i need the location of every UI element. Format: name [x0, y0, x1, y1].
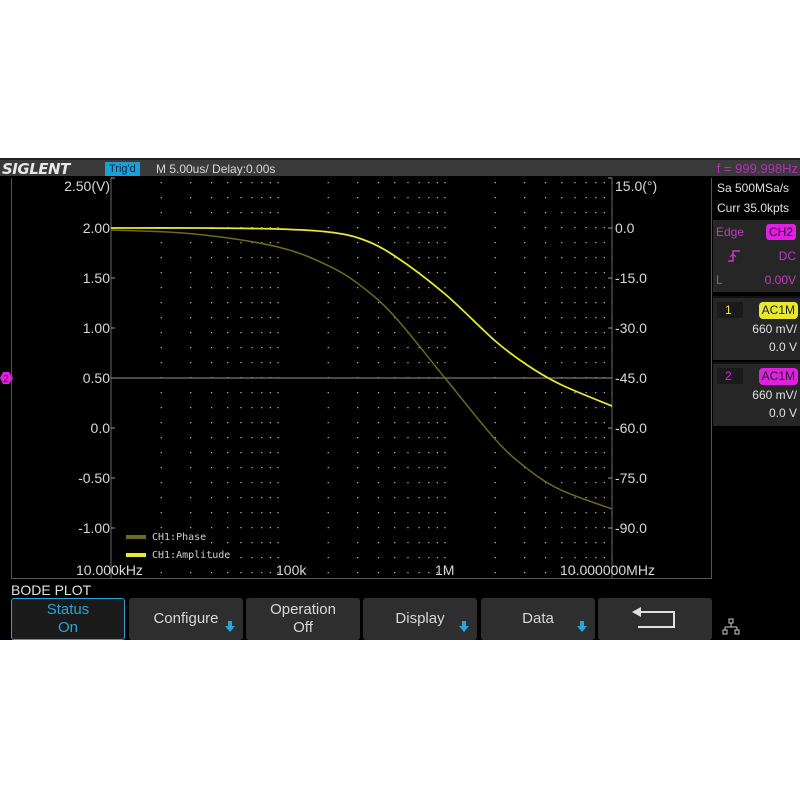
y-right-tick-label: -30.0 [615, 320, 647, 336]
softkey-configure[interactable]: Configure [129, 598, 243, 640]
channel-1-number: 1 [717, 302, 743, 318]
trigger-type: Edge [716, 225, 745, 239]
trigger-level: 0.00V [764, 273, 796, 287]
y-left-tick-label: -0.50 [78, 470, 110, 486]
channel-1-box[interactable]: 1 AC1M 660 mV/ 0.0 V [713, 296, 800, 360]
channel-2-number: 2 [717, 368, 743, 384]
oscilloscope-screen: SIGLENT Trig'd M 5.00us/ Delay:0.00s f =… [0, 158, 800, 640]
channel-2-coupling: AC1M [758, 368, 798, 385]
channel-1-scale: 660 mV/ [752, 322, 797, 336]
softkey-status[interactable]: Status On [11, 598, 125, 640]
menu-title: BODE PLOT [11, 582, 92, 598]
rising-edge-icon [728, 250, 740, 262]
trigger-source-badge: CH2 [765, 224, 796, 240]
legend-swatch-phase [126, 535, 146, 539]
y-right-tick-label: 0.0 [615, 220, 635, 236]
chart-legend: CH1:Phase CH1:Amplitude [126, 528, 230, 564]
channel-2-level-marker-icon[interactable]: 2 [0, 371, 14, 385]
series-ch1-phase [110, 229, 613, 510]
y-left-tick-label: 0.50 [82, 370, 110, 386]
y-left-tick-label: 2.50(V) [64, 178, 110, 194]
softkey-status-value: On [57, 619, 78, 636]
y-left-tick-label: 0.0 [90, 420, 110, 436]
submenu-arrow-icon [577, 621, 587, 632]
softkey-status-label: Status [46, 601, 90, 618]
y-left-tick-label: 1.00 [82, 320, 110, 336]
legend-swatch-amplitude [126, 553, 146, 557]
x-tick-label: 10.000kHz [76, 562, 143, 578]
trigger-settings-box[interactable]: Edge CH2 DC L 0.00V [713, 220, 800, 292]
right-info-panel: Sa 500MSa/s Curr 35.0kpts Edge CH2 DC L … [713, 178, 800, 579]
softkey-operation-label: Operation [270, 601, 336, 618]
frequency-counter: f = 999.998Hz [716, 161, 798, 176]
legend-label-amplitude: CH1:Amplitude [152, 549, 231, 561]
x-tick-label: 10.000000MHz [560, 562, 655, 578]
channel-2-offset: 0.0 V [768, 406, 797, 420]
sample-rate: Sa 500MSa/s [717, 181, 790, 195]
memory-depth: Curr 35.0kpts [717, 201, 790, 215]
y-left-tick-label: 2.00 [82, 220, 110, 236]
channel-1-coupling: AC1M [758, 302, 798, 319]
series-ch1-amplitude [110, 227, 613, 407]
softkey-return[interactable] [598, 598, 712, 640]
y-right-tick-label: -15.0 [615, 270, 647, 286]
legend-item-amplitude: CH1:Amplitude [126, 546, 230, 564]
y-left-tick-label: -1.00 [78, 520, 110, 536]
softkey-operation-value: Off [293, 619, 313, 636]
y-right-tick-label: -90.0 [615, 520, 647, 536]
channel-2-scale: 660 mV/ [752, 388, 797, 402]
x-tick-label: 100k [276, 562, 307, 578]
submenu-arrow-icon [225, 621, 235, 632]
legend-item-phase: CH1:Phase [126, 528, 230, 546]
softkey-operation[interactable]: Operation Off [246, 598, 360, 640]
grid [160, 182, 613, 578]
channel-2-box[interactable]: 2 AC1M 660 mV/ 0.0 V [713, 362, 800, 426]
x-tick-label: 1M [435, 562, 455, 578]
y-right-tick-label: 15.0(°) [615, 178, 658, 194]
svg-text:2: 2 [3, 374, 9, 385]
submenu-arrow-icon [459, 621, 469, 632]
y-right-tick-label: -45.0 [615, 370, 647, 386]
softkey-data[interactable]: Data [481, 598, 595, 640]
y-right-tick-label: -60.0 [615, 420, 647, 436]
return-arrow-icon [632, 607, 675, 628]
softkey-display[interactable]: Display [363, 598, 477, 640]
trigger-coupling: DC [778, 249, 796, 263]
legend-label-phase: CH1:Phase [152, 531, 207, 543]
y-left-tick-label: 1.50 [82, 270, 110, 286]
channel-1-offset: 0.0 V [768, 340, 797, 354]
trigger-level-label: L [716, 273, 723, 287]
y-right-tick-label: -75.0 [615, 470, 647, 486]
curves [110, 227, 613, 510]
network-icon [722, 618, 740, 635]
